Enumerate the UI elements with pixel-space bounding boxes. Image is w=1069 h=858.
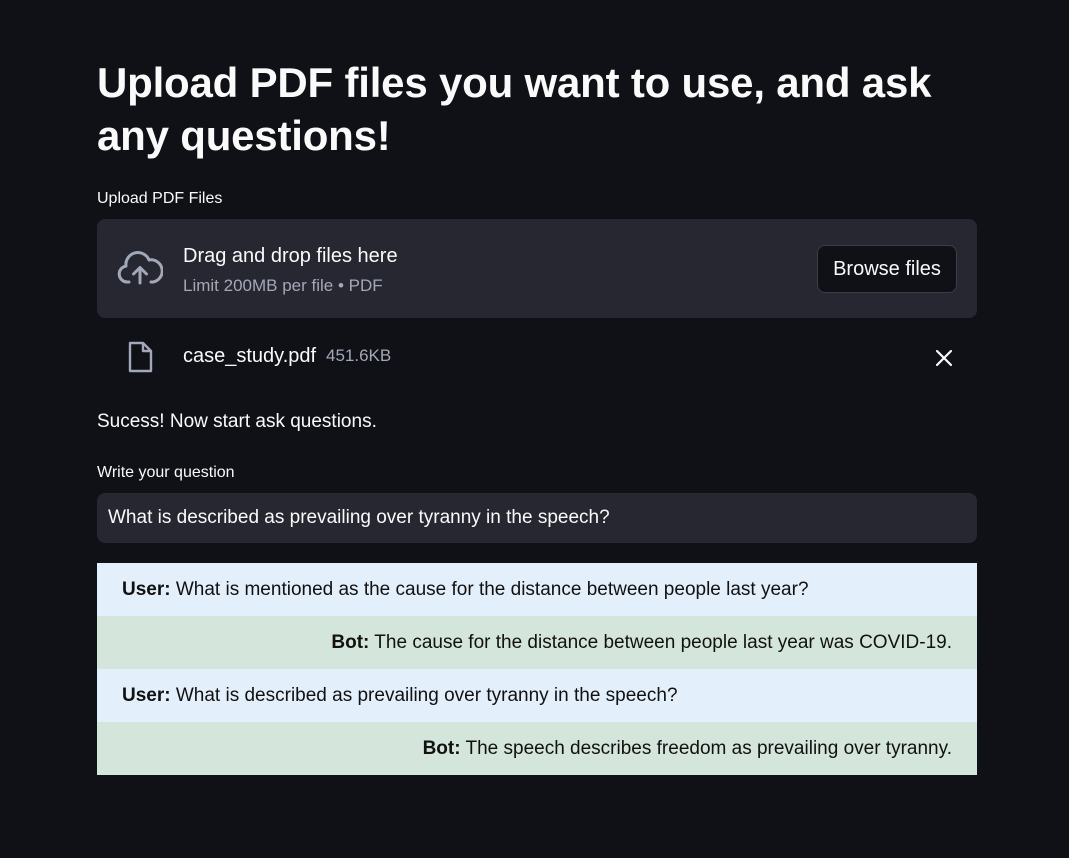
chat-message-bot: Bot: The cause for the distance between … <box>97 616 977 669</box>
remove-file-button[interactable] <box>931 345 957 371</box>
dropzone-limit-text: Limit 200MB per file • PDF <box>183 276 383 295</box>
page-title: Upload PDF files you want to use, and as… <box>97 59 932 159</box>
message-speaker: User: <box>122 579 171 600</box>
uploader-label: Upload PDF Files <box>97 190 223 207</box>
message-text: The cause for the distance between peopl… <box>369 632 952 653</box>
file-dropzone[interactable]: Drag and drop files here Limit 200MB per… <box>97 219 977 318</box>
message-text: What is mentioned as the cause for the d… <box>170 579 809 600</box>
chat-message-bot: Bot: The speech describes freedom as pre… <box>97 722 977 775</box>
message-text: The speech describes freedom as prevaili… <box>460 738 952 759</box>
chat-message-user: User: What is described as prevailing ov… <box>97 669 977 722</box>
success-message: Sucess! Now start ask questions. <box>97 411 377 432</box>
message-speaker: Bot: <box>331 632 370 653</box>
chat-message-user: User: What is mentioned as the cause for… <box>97 563 977 616</box>
file-icon <box>128 341 153 373</box>
question-input[interactable] <box>97 493 977 543</box>
message-speaker: Bot: <box>422 738 461 759</box>
question-label: Write your question <box>97 464 235 481</box>
uploaded-file-item: case_study.pdf 451.6KB <box>97 336 977 378</box>
uploaded-file-name: case_study.pdf <box>183 345 317 367</box>
chat-history: User: What is mentioned as the cause for… <box>97 563 977 775</box>
browse-files-button[interactable]: Browse files <box>817 245 957 293</box>
uploaded-file-size: 451.6KB <box>326 346 392 365</box>
message-speaker: User: <box>122 685 171 706</box>
message-text: What is described as prevailing over tyr… <box>170 685 678 706</box>
cloud-upload-icon <box>117 251 163 285</box>
dropzone-instructions: Drag and drop files here <box>183 245 398 267</box>
close-icon <box>935 349 953 367</box>
